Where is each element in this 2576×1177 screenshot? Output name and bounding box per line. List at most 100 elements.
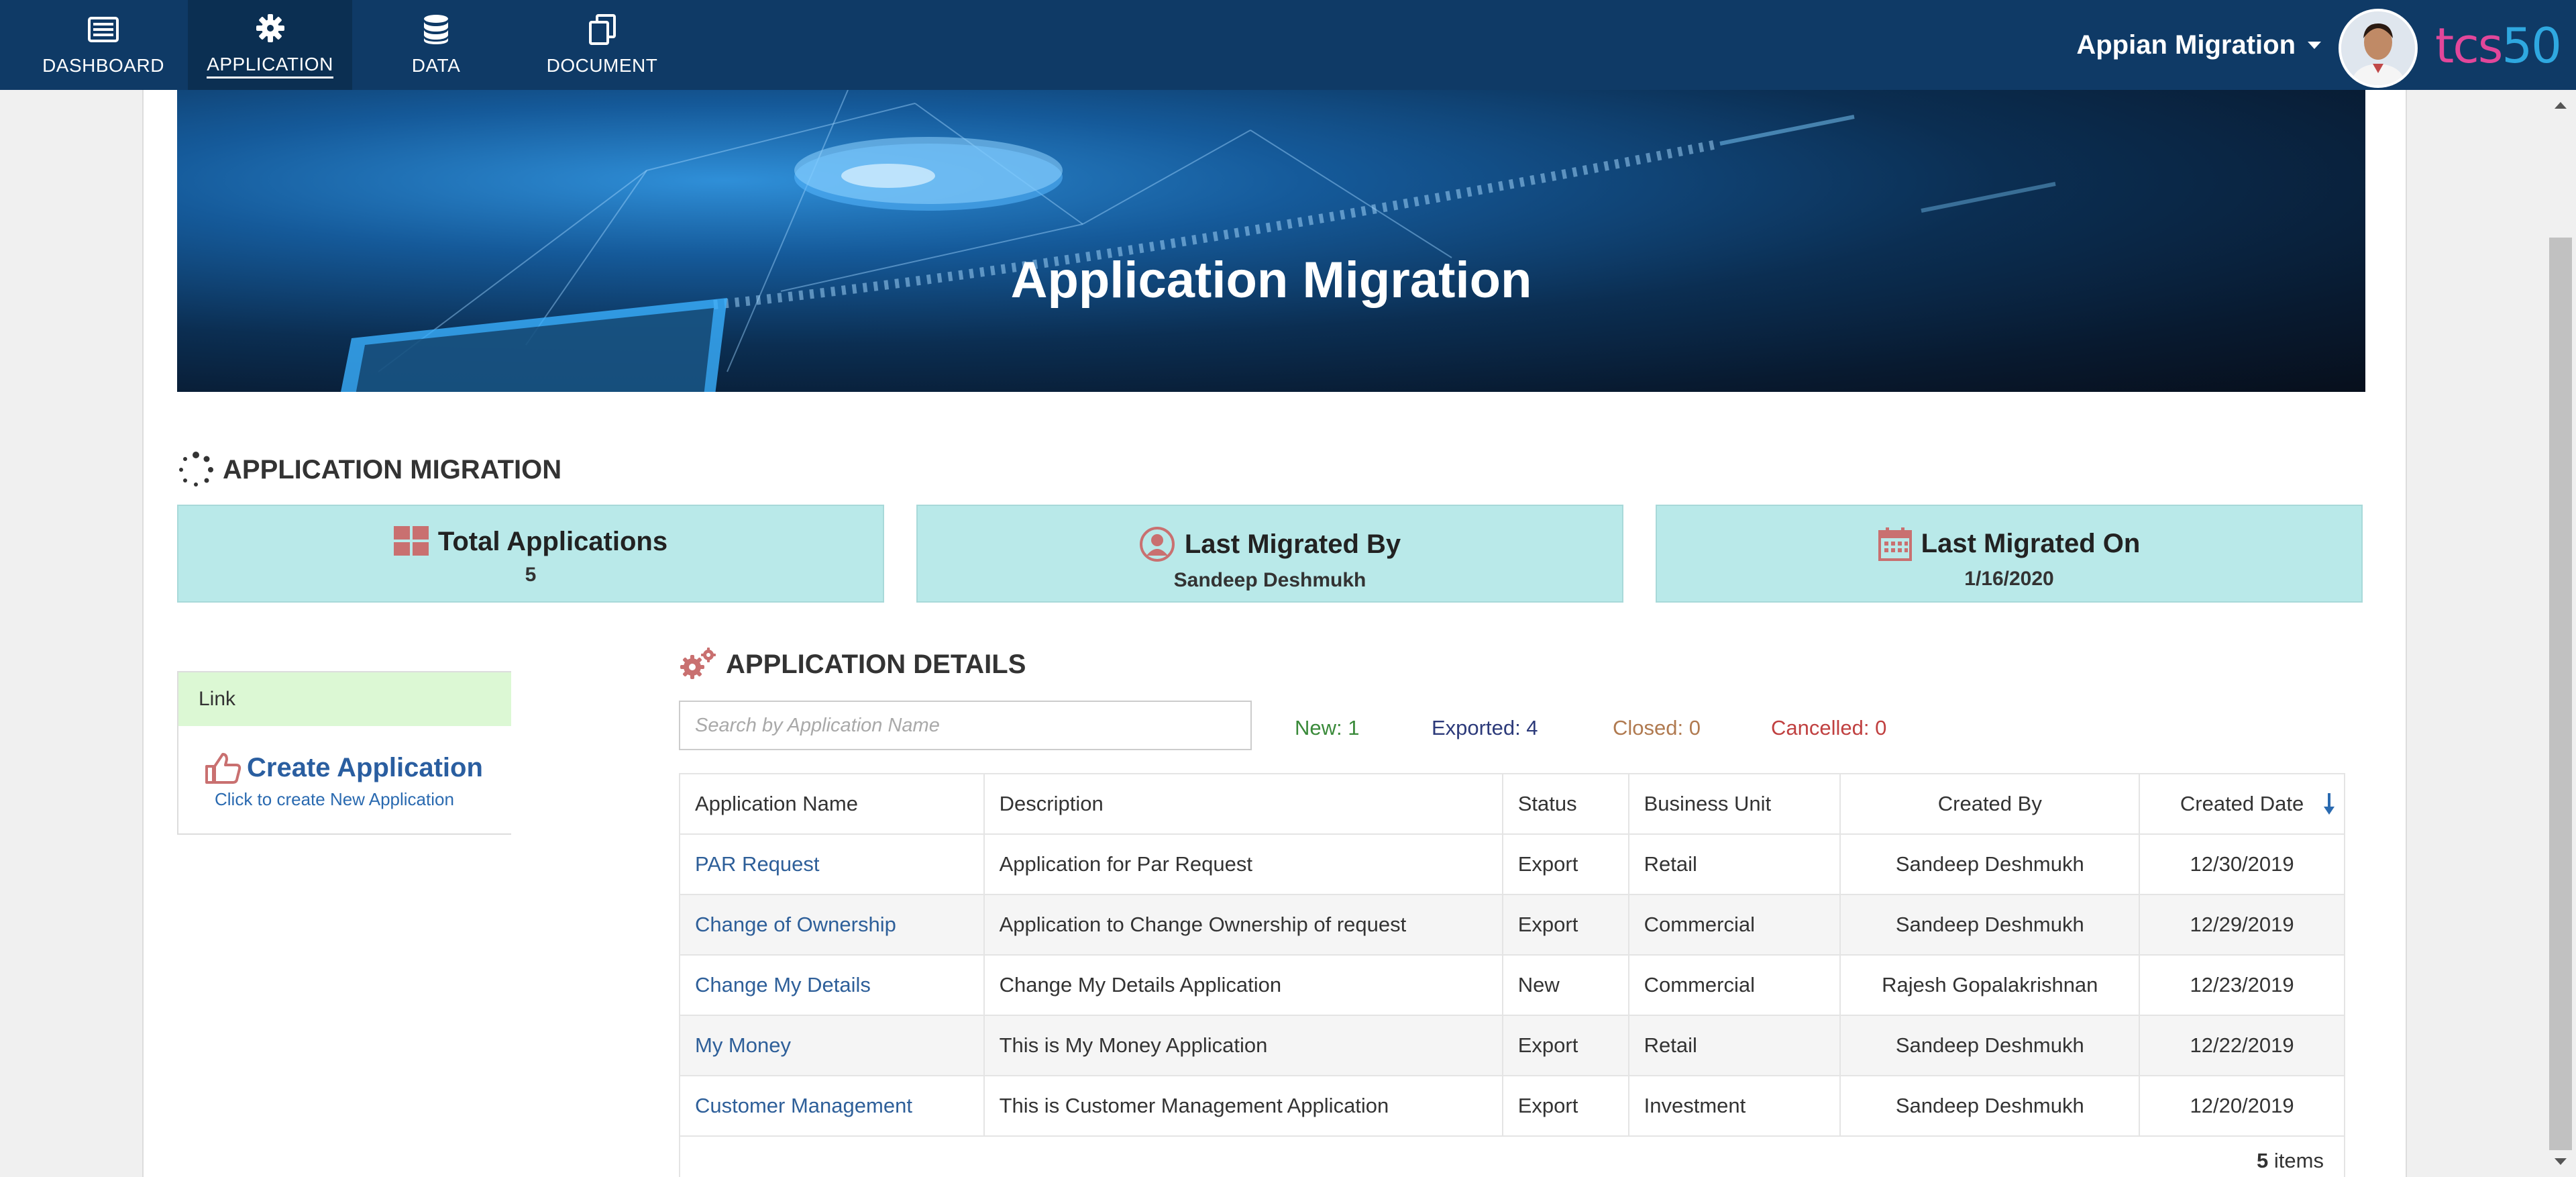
column-header-application-name[interactable]: Application Name [679, 773, 985, 835]
scroll-up-arrow-icon[interactable] [2555, 102, 2567, 109]
nav-data-label: DATA [411, 55, 461, 76]
cell-created-date: 12/29/2019 [2139, 894, 2345, 956]
created-date-label: Created Date [2180, 792, 2304, 815]
cell-status: Export [1501, 1075, 1629, 1137]
logo-text-part2: 50 [2502, 17, 2562, 74]
link-box-header: Link [178, 672, 511, 726]
cell-application-name[interactable]: My Money [679, 1015, 985, 1076]
page-scrollbar[interactable] [2545, 90, 2576, 1177]
cell-business-unit: Retail [1627, 1015, 1841, 1076]
details-heading-label: APPLICATION DETAILS [726, 649, 1026, 679]
stat-new[interactable]: New: 1 [1295, 716, 1359, 740]
scrollbar-thumb[interactable] [2549, 238, 2572, 1150]
card-title: Total Applications [437, 526, 668, 556]
table-footer: 5 items [679, 1134, 2345, 1177]
banner-title: Application Migration [1010, 252, 1532, 309]
chevron-down-icon [2308, 41, 2321, 49]
user-menu[interactable]: Appian Migration [2076, 0, 2321, 90]
cell-business-unit: Retail [1627, 833, 1841, 895]
card-total-applications: Total Applications 5 [177, 505, 884, 603]
nav-document[interactable]: DOCUMENT [530, 0, 674, 90]
card-last-migrated-by: Last Migrated By Sandeep Deshmukh [916, 505, 1623, 603]
cell-status: Export [1501, 1015, 1629, 1076]
table-header-row: Application Name Description Status Busi… [679, 773, 2345, 835]
cell-description: Application for Par Request [983, 833, 1503, 895]
column-header-status[interactable]: Status [1501, 773, 1629, 835]
card-value: 5 [525, 564, 537, 586]
cell-business-unit: Commercial [1627, 954, 1841, 1016]
create-application-label: Create Application [247, 752, 483, 782]
item-count: 5 [2257, 1149, 2269, 1172]
spinner-icon [177, 451, 215, 489]
cell-created-by: Sandeep Deshmukh [1839, 1015, 2141, 1076]
create-application-link[interactable]: Create Application [204, 752, 511, 784]
card-value: Sandeep Deshmukh [1173, 569, 1366, 591]
nav-dashboard[interactable]: DASHBOARD [27, 0, 180, 90]
sort-descending-icon[interactable] [2324, 793, 2334, 821]
banner: Application Migration [177, 90, 2365, 392]
nav-data[interactable]: DATA [376, 0, 496, 90]
create-application-hint: Click to create New Application [215, 789, 454, 809]
cell-status: New [1501, 954, 1629, 1016]
card-title: Last Migrated By [1184, 529, 1401, 559]
user-circle-icon [1139, 526, 1175, 562]
nav-application[interactable]: APPLICATION [188, 0, 352, 90]
summary-heading-label: APPLICATION MIGRATION [223, 454, 562, 484]
table-row: My Money This is My Money Application Ex… [679, 1015, 2345, 1076]
grid-icon [393, 526, 429, 557]
table-row: Change My Details Change My Details Appl… [679, 954, 2345, 1016]
cell-application-name[interactable]: Change of Ownership [679, 894, 985, 956]
cell-description: This is My Money Application [983, 1015, 1503, 1076]
cell-created-date: 12/22/2019 [2139, 1015, 2345, 1076]
brand-logo: tcs50 [2435, 17, 2562, 74]
scroll-down-arrow-icon[interactable] [2555, 1158, 2567, 1165]
column-header-created-by[interactable]: Created By [1839, 773, 2141, 835]
cell-application-name[interactable]: Change My Details [679, 954, 985, 1016]
column-header-created-date[interactable]: Created Date [2139, 773, 2345, 835]
applications-table: Application Name Description Status Busi… [679, 773, 2345, 1137]
cell-business-unit: Investment [1627, 1075, 1841, 1137]
database-icon [420, 13, 452, 46]
column-header-description[interactable]: Description [983, 773, 1503, 835]
stat-cancelled[interactable]: Cancelled: 0 [1771, 716, 1886, 740]
cell-application-name[interactable]: Customer Management [679, 1075, 985, 1137]
cell-created-date: 12/20/2019 [2139, 1075, 2345, 1137]
calendar-icon [1878, 526, 1912, 561]
cell-application-name[interactable]: PAR Request [679, 833, 985, 895]
cell-description: Application to Change Ownership of reque… [983, 894, 1503, 956]
cell-status: Export [1501, 894, 1629, 956]
table-row: Change of Ownership Application to Chang… [679, 894, 2345, 956]
table-row: Customer Management This is Customer Man… [679, 1075, 2345, 1137]
avatar[interactable] [2339, 9, 2418, 88]
gears-icon [679, 647, 718, 682]
cell-created-by: Rajesh Gopalakrishnan [1839, 954, 2141, 1016]
card-last-migrated-on: Last Migrated On 1/16/2020 [1656, 505, 2363, 603]
gear-icon [254, 12, 286, 44]
search-input[interactable] [679, 701, 1252, 750]
user-menu-label: Appian Migration [2076, 30, 2296, 60]
cell-created-by: Sandeep Deshmukh [1839, 1075, 2141, 1137]
document-copy-icon [586, 13, 619, 46]
details-heading: APPLICATION DETAILS [679, 647, 1026, 682]
stat-closed[interactable]: Closed: 0 [1613, 716, 1701, 740]
top-nav-bar: DASHBOARD APPLICATION DATA DOCUMENT Appi… [0, 0, 2576, 90]
summary-heading: APPLICATION MIGRATION [177, 451, 561, 489]
nav-dashboard-label: DASHBOARD [42, 55, 164, 76]
stat-exported[interactable]: Exported: 4 [1432, 716, 1538, 740]
thumbs-up-icon [204, 752, 241, 784]
card-title: Last Migrated On [1921, 528, 2141, 558]
cell-created-date: 12/30/2019 [2139, 833, 2345, 895]
cell-created-date: 12/23/2019 [2139, 954, 2345, 1016]
cell-created-by: Sandeep Deshmukh [1839, 894, 2141, 956]
card-value: 1/16/2020 [1964, 568, 2054, 590]
nav-application-label: APPLICATION [207, 54, 333, 79]
table-row: PAR Request Application for Par Request … [679, 833, 2345, 895]
banner-graphic [341, 90, 2056, 392]
cell-description: This is Customer Management Application [983, 1075, 1503, 1137]
column-header-business-unit[interactable]: Business Unit [1627, 773, 1841, 835]
item-count-label: items [2273, 1149, 2324, 1172]
cell-status: Export [1501, 833, 1629, 895]
logo-text-part1: tcs [2435, 17, 2503, 74]
link-box: Link Create Application Click to create … [177, 671, 511, 835]
cell-description: Change My Details Application [983, 954, 1503, 1016]
